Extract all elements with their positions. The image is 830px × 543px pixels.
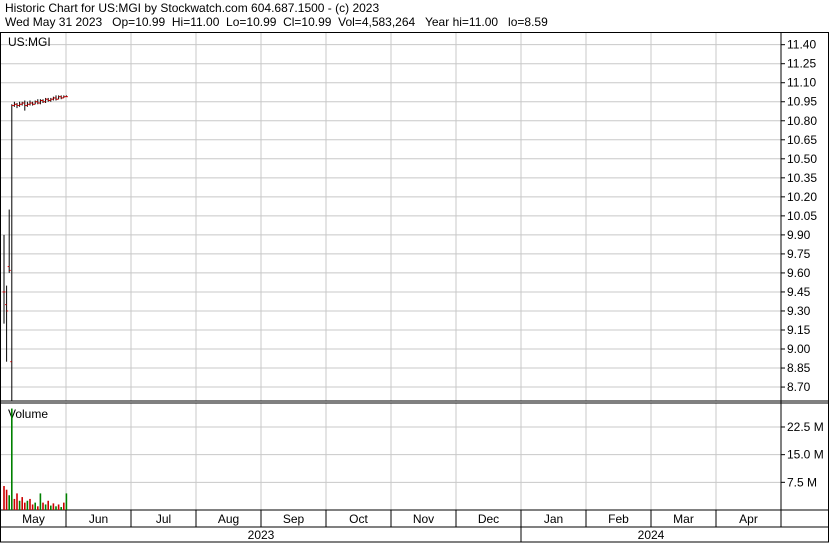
volume-bar — [3, 486, 5, 510]
month-label: Aug — [218, 512, 239, 526]
month-label: Jan — [544, 512, 563, 526]
volume-bar — [60, 507, 62, 510]
grid-lines — [1, 32, 781, 510]
year-label: 2024 — [638, 528, 665, 542]
price-bar — [46, 97, 50, 102]
price-bar — [33, 100, 37, 105]
volume-bar — [37, 506, 39, 510]
month-label: May — [22, 512, 45, 526]
year-label: 2023 — [248, 528, 275, 542]
volume-bar — [42, 502, 44, 510]
volume-bar — [50, 505, 52, 510]
price-bar — [18, 101, 22, 107]
price-bar — [2, 234, 6, 324]
month-label: Mar — [673, 512, 694, 526]
price-bar — [41, 99, 45, 104]
volume-bar — [52, 503, 55, 510]
volume-bar — [18, 500, 21, 510]
price-tick-label: 9.15 — [787, 323, 811, 337]
price-tick-label: 9.60 — [787, 266, 811, 280]
volume-bar — [57, 504, 60, 510]
volume-bar — [16, 493, 18, 510]
volume-bar — [55, 506, 57, 510]
price-tick-label: 11.10 — [787, 76, 816, 90]
price-tick-label: 10.20 — [787, 190, 817, 204]
volume-bars — [3, 408, 68, 510]
volume-bar — [21, 497, 23, 510]
price-bar — [15, 103, 19, 109]
price-tick-label: 10.50 — [787, 152, 817, 166]
price-bar — [62, 95, 66, 99]
price-bar — [57, 95, 61, 100]
month-label: Nov — [413, 512, 434, 526]
price-bar — [51, 96, 55, 101]
price-bar — [54, 95, 58, 101]
price-tick-label: 9.30 — [787, 304, 811, 318]
volume-bar — [65, 493, 68, 510]
price-tick-label: 9.75 — [787, 247, 811, 261]
month-label: Dec — [478, 512, 499, 526]
year-axis-labels: 2023 2024 — [248, 528, 665, 542]
price-tick-label: 9.00 — [787, 342, 811, 356]
month-label: Jun — [89, 512, 108, 526]
price-bar — [10, 104, 14, 401]
volume-bar — [5, 489, 8, 510]
volume-bar — [44, 504, 47, 510]
month-axis-labels: May Jun Jul Aug Sep Oct Nov Dec Jan Feb Mar Apr — [22, 512, 758, 526]
volume-axis-ticks: 22.5 M 15.0 M 7.5 M — [781, 420, 824, 489]
volume-bar — [31, 504, 34, 510]
price-tick-label: 11.25 — [787, 57, 816, 71]
price-tick-label: 10.95 — [787, 95, 817, 109]
month-label: Oct — [349, 512, 368, 526]
price-bar — [64, 95, 68, 98]
price-bar — [49, 97, 53, 102]
price-bar — [44, 97, 48, 104]
price-bars — [2, 95, 68, 401]
month-label: Apr — [739, 512, 758, 526]
volume-bar — [8, 495, 10, 510]
month-label: Jul — [156, 512, 171, 526]
outer-border — [0, 32, 829, 543]
price-tick-label: 10.80 — [787, 114, 817, 128]
price-tick-label: 8.70 — [787, 380, 811, 394]
price-tick-label: 10.05 — [787, 209, 817, 223]
price-axis-ticks: 11.40 11.25 11.10 10.95 10.80 10.65 10.50 10.35… — [781, 38, 817, 394]
price-tick-label: 10.35 — [787, 171, 817, 185]
volume-bar — [11, 408, 13, 510]
volume-panel-label: Volume — [8, 407, 48, 421]
price-tick-label: 9.90 — [787, 228, 811, 242]
volume-bar — [63, 502, 65, 510]
volume-bar — [26, 500, 29, 510]
volume-bar — [39, 493, 42, 510]
chart-frame — [0, 32, 829, 543]
price-bar — [7, 209, 11, 273]
volume-bar — [34, 502, 36, 510]
volume-bar — [29, 498, 31, 510]
volume-bar — [24, 502, 26, 510]
price-bar — [20, 101, 24, 106]
volume-tick-label: 22.5 M — [787, 420, 824, 434]
price-tick-label: 10.65 — [787, 133, 817, 147]
price-bar — [25, 101, 29, 107]
price-bar — [28, 100, 32, 106]
stock-chart: US:MGI Volume 11.4011.2511.1010.9510.801… — [0, 32, 829, 543]
price-tick-label: 11.40 — [787, 38, 816, 52]
price-bar — [12, 101, 16, 107]
volume-bar — [47, 500, 49, 510]
volume-tick-label: 7.5 M — [787, 475, 817, 489]
price-bar — [59, 95, 63, 100]
price-bar — [5, 285, 9, 362]
price-bar — [31, 101, 35, 106]
volume-bar — [13, 498, 16, 510]
month-label: Sep — [283, 512, 305, 526]
price-panel-label: US:MGI — [8, 35, 51, 49]
volume-tick-label: 15.0 M — [787, 448, 824, 462]
price-tick-label: 8.85 — [787, 361, 811, 375]
price-tick-label: 9.45 — [787, 285, 811, 299]
month-label: Feb — [608, 512, 629, 526]
